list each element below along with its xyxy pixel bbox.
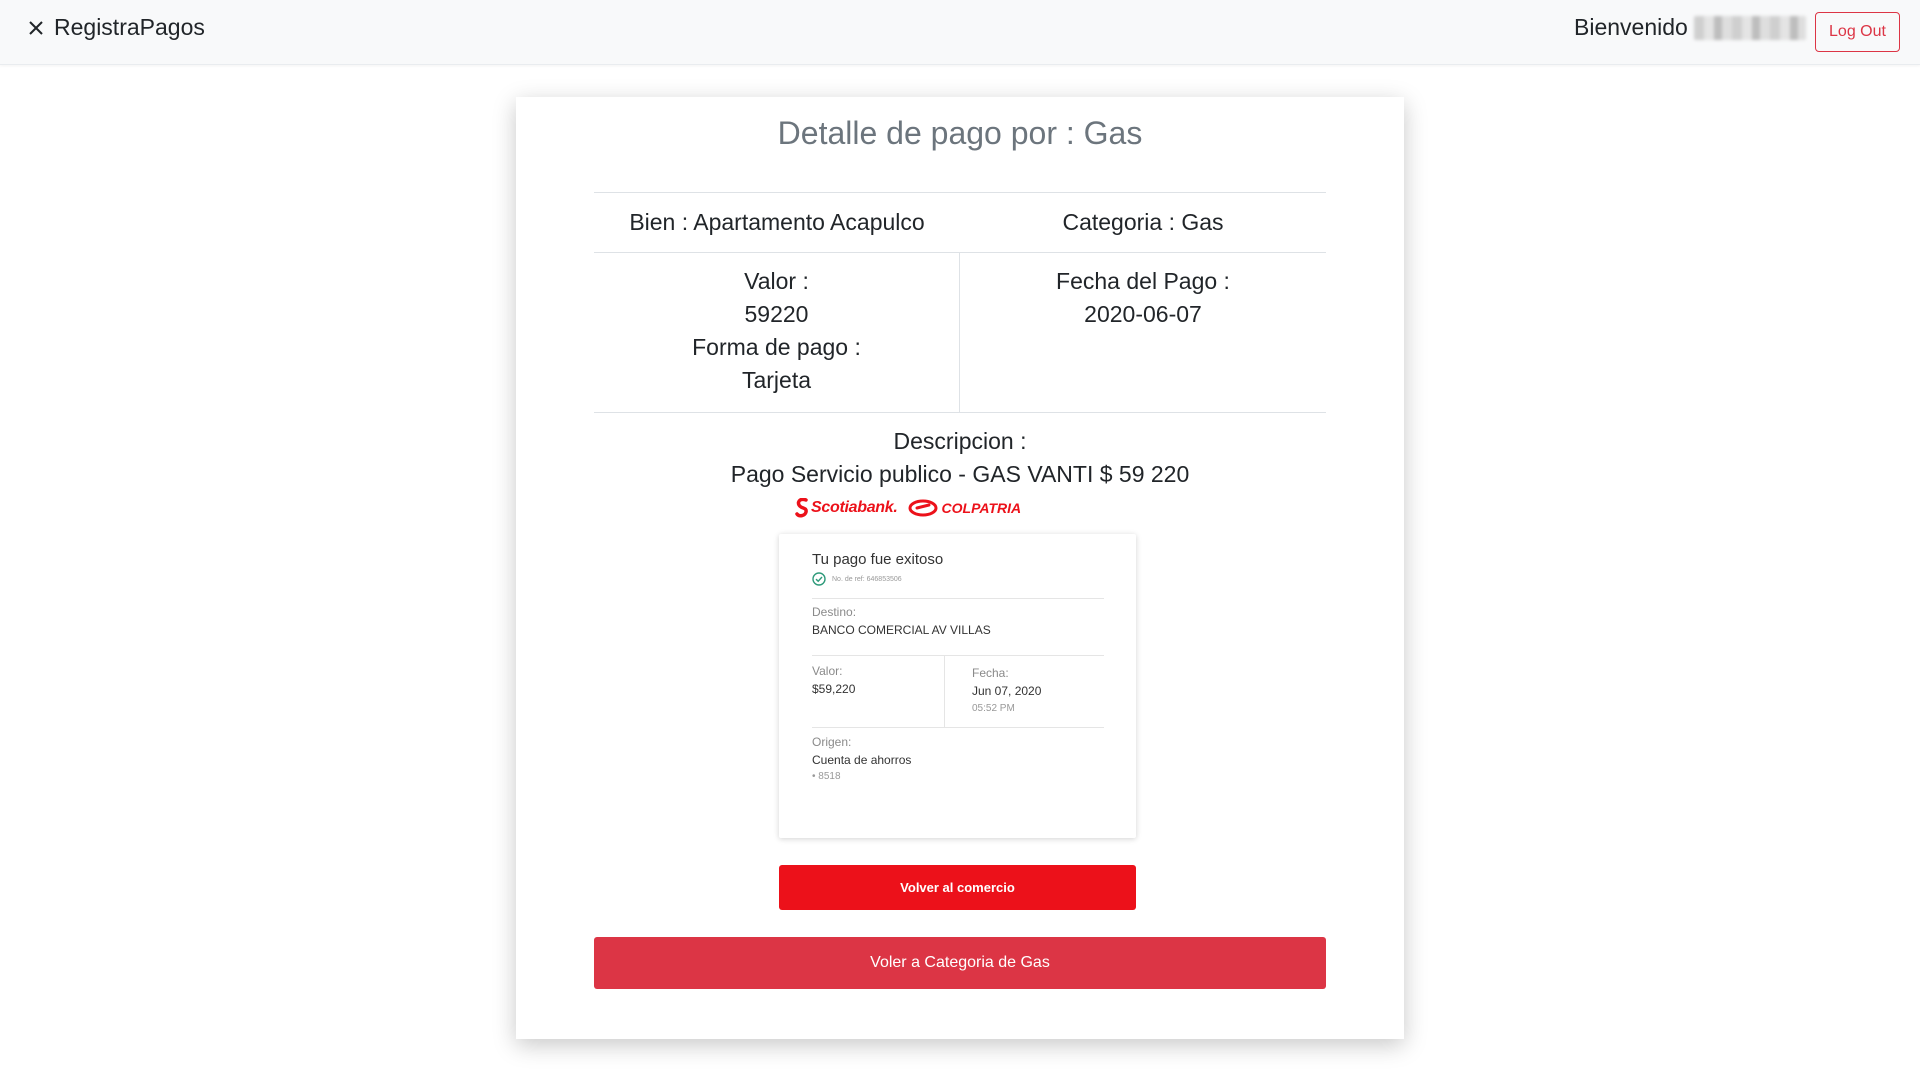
fecha-cell: Fecha del Pago : 2020-06-07 (960, 253, 1326, 412)
origen-label: Origen: (812, 735, 852, 749)
logout-button[interactable]: Log Out (1815, 12, 1900, 52)
fecha-label: Fecha del Pago : (1056, 268, 1230, 294)
scotiabank-logo-text: Scotiabank. (811, 499, 898, 516)
close-icon[interactable] (26, 18, 46, 38)
details-table: Bien : Apartamento Acapulco Categoria : … (594, 192, 1326, 491)
forma-label: Forma de pago : (692, 334, 861, 360)
categoria-field: Categoria : Gas (1062, 209, 1224, 235)
origen-value: Cuenta de ahorros (812, 753, 912, 767)
receipt-valor-value: $59,220 (812, 682, 856, 696)
details-row: Bien : Apartamento Acapulco Categoria : … (594, 192, 1326, 253)
divider (944, 656, 945, 728)
colpatria-logo-icon (908, 499, 938, 517)
page-title: Detalle de pago por : Gas (777, 115, 1143, 151)
valor-cell: Valor : 59220 Forma de pago : Tarjeta (594, 253, 960, 412)
details-row: Valor : 59220 Forma de pago : Tarjeta Fe… (594, 253, 1326, 413)
fecha-value: 2020-06-07 (1084, 301, 1202, 327)
receipt-fecha-label: Fecha: (972, 666, 1009, 680)
divider (812, 727, 1104, 728)
receipt-ref-text: No. de ref: 646853506 (832, 575, 902, 583)
bien-field: Bien : Apartamento Acapulco (629, 209, 925, 235)
welcome-text: Bienvenido (1574, 14, 1806, 41)
receipt-valor-label: Valor: (812, 664, 843, 678)
destino-value: BANCO COMERCIAL AV VILLAS (812, 623, 991, 637)
receipt-reference: No. de ref: 646853506 (812, 572, 902, 586)
divider (812, 655, 1104, 656)
valor-label: Valor : (744, 268, 809, 294)
username-redacted (1693, 15, 1806, 40)
check-circle-icon (812, 572, 826, 586)
receipt-title: Tu pago fue exitoso (812, 551, 944, 568)
cuenta-value: • 8518 (812, 771, 841, 782)
receipt-hora-value: 05:52 PM (972, 703, 1015, 714)
back-to-category-button[interactable]: Voler a Categoria de Gas (594, 937, 1326, 989)
bank-logo: Scotiabank. COLPATRIA (795, 496, 1025, 520)
receipt-fecha-value: Jun 07, 2020 (972, 684, 1042, 698)
valor-value: 59220 (744, 301, 809, 327)
scotiabank-logo-icon (795, 498, 808, 518)
destino-label: Destino: (812, 605, 857, 619)
brand: RegistraPagos (26, 14, 205, 41)
colpatria-logo-text: COLPATRIA (941, 500, 1022, 516)
forma-value: Tarjeta (741, 367, 812, 393)
descripcion-value: Pago Servicio publico - GAS VANTI $ 59 2… (730, 461, 1190, 487)
brand-name[interactable]: RegistraPagos (54, 14, 205, 41)
descripcion-label: Descripcion : (893, 428, 1027, 454)
navbar: RegistraPagos Bienvenido Log Out (0, 0, 1920, 65)
welcome-label: Bienvenido (1574, 14, 1688, 40)
payment-receipt: Tu pago fue exitoso No. de ref: 64685350… (779, 534, 1136, 838)
volver-comercio-button[interactable]: Volver al comercio (779, 865, 1136, 910)
divider (812, 598, 1104, 599)
descripcion: Descripcion : Pago Servicio publico - GA… (594, 413, 1326, 491)
